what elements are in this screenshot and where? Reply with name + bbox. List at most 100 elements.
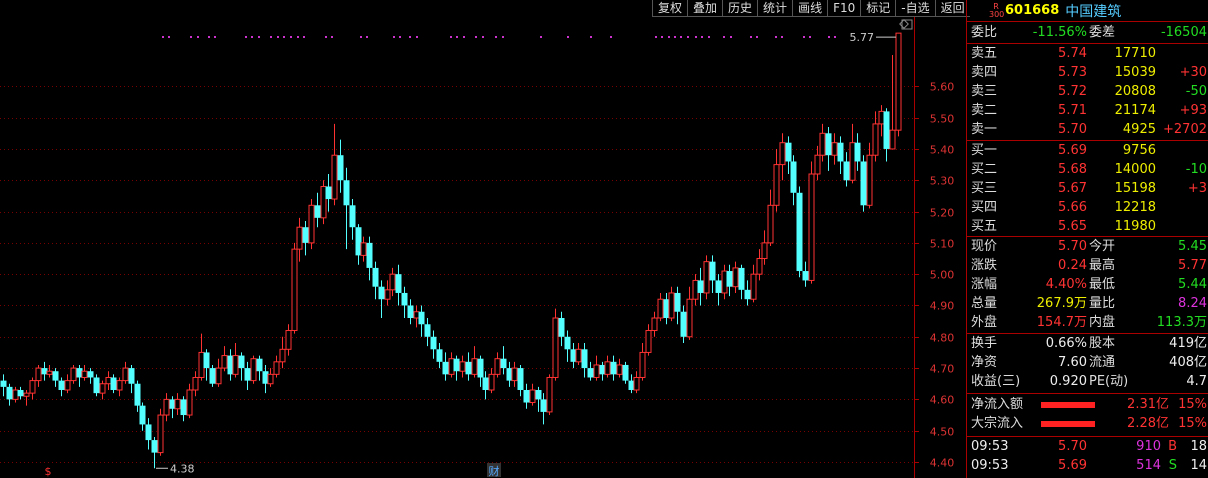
weibi-label: 委比 <box>971 25 998 40</box>
candle-body <box>64 380 71 391</box>
candle-body <box>81 370 88 378</box>
fundamental-label: 流通 <box>1089 355 1116 370</box>
fundamental-value: 419亿 <box>1169 336 1207 351</box>
flow-bar <box>1041 421 1095 427</box>
stat-row: 外盘 154.7万 内盘 113.3万 <box>967 313 1208 332</box>
top-marker-dot <box>655 36 657 38</box>
candle-body <box>750 273 757 300</box>
candle-body <box>849 142 856 181</box>
candle-body <box>122 367 129 382</box>
candle-body <box>796 192 803 272</box>
y-tick-label: 5.40 <box>930 144 955 157</box>
fundamental-row: 换手 0.66% 股本 419亿 <box>967 334 1208 353</box>
ask-price: 5.71 <box>1058 103 1087 118</box>
stat-value: 5.70 <box>1058 239 1087 254</box>
stock-name[interactable]: 中国建筑 <box>1065 1 1121 21</box>
tick-count: 18 <box>1190 439 1207 454</box>
ask-label: 卖五 <box>971 46 998 61</box>
flow-percent: 15% <box>1178 397 1207 412</box>
candle-body <box>895 32 902 131</box>
candle-body <box>331 154 338 200</box>
r-badge-bottom: 300 <box>989 9 1005 19</box>
weicha-value: -16504 <box>1160 25 1207 40</box>
fundamental-label: PE(动) <box>1089 374 1129 389</box>
toolbar-button-5[interactable]: F10 <box>827 0 861 17</box>
top-marker-dot <box>695 36 697 38</box>
candle-body <box>192 376 199 391</box>
candle-body <box>337 155 344 181</box>
toolbar-button-0[interactable]: 复权 <box>652 0 688 17</box>
ask-price: 5.72 <box>1058 84 1087 99</box>
toolbar-button-7[interactable]: -自选 <box>895 0 935 17</box>
candle-body <box>511 367 518 382</box>
candle-body <box>854 142 861 162</box>
separator <box>967 393 1208 394</box>
toolbar-button-4[interactable]: 画线 <box>792 0 828 17</box>
candle-body <box>378 286 385 300</box>
candle-body <box>686 298 693 338</box>
candle-body <box>773 164 780 206</box>
stock-code[interactable]: 601668 <box>1005 3 1059 18</box>
toolbar-button-3[interactable]: 统计 <box>757 0 793 17</box>
candle-body <box>46 370 53 375</box>
candle-body <box>448 358 455 375</box>
kline-svg[interactable]: 5.60 5.50 5.40 5.30 5.20 5.10 5.00 4.90 4.80 4.70… <box>0 0 966 478</box>
bid-label: 买三 <box>971 181 998 196</box>
ask-row: 卖四 5.73 15039 +30 <box>967 63 1208 82</box>
top-marker-dot <box>674 36 676 38</box>
toolbar-button-6[interactable]: 标记 <box>860 0 896 17</box>
ask-change: +93 <box>1179 103 1207 118</box>
tick-volume: 910 <box>1136 439 1161 454</box>
candle-body <box>93 377 100 394</box>
ask-row: 卖五 5.74 17710 <box>967 44 1208 63</box>
tick-price: 5.69 <box>1058 458 1087 473</box>
flow-row: 净流入额 2.31亿 15% <box>967 395 1208 414</box>
top-marker-dot <box>409 36 411 38</box>
candle-body <box>715 280 722 293</box>
candle-body <box>709 261 716 281</box>
y-tick-label: 5.20 <box>930 207 955 220</box>
tick-row: 09:53 5.69 514 S 14 <box>967 456 1208 475</box>
stock-header: R 300 601668 中国建筑 <box>967 0 1208 22</box>
top-marker-dot <box>168 36 170 38</box>
candle-body <box>529 389 536 404</box>
candle-body <box>726 271 733 287</box>
top-marker-dot <box>366 36 368 38</box>
tick-time: 09:53 <box>971 458 1009 473</box>
toolbar-button-1[interactable]: 叠加 <box>687 0 723 17</box>
top-marker-dot <box>208 36 210 38</box>
r-badge: R 300 <box>989 2 1005 19</box>
candle-body <box>314 205 321 218</box>
stat-label: 最低 <box>1089 277 1116 292</box>
candle-body <box>610 361 617 375</box>
candle-body <box>837 142 844 162</box>
candle-body <box>558 318 565 337</box>
candle-body <box>889 129 896 150</box>
top-marker-dot <box>393 36 395 38</box>
top-marker-dot <box>450 36 452 38</box>
candle-body <box>418 311 425 325</box>
candle-body <box>639 351 646 378</box>
candle-body <box>180 399 187 416</box>
toolbar-button-2[interactable]: 历史 <box>722 0 758 17</box>
candle-body <box>203 352 210 369</box>
candle-body <box>360 242 367 256</box>
candle-body <box>186 389 193 416</box>
candle-body <box>174 398 181 410</box>
candle-body <box>616 364 623 375</box>
toolbar-button-8[interactable]: 返回 <box>934 0 970 17</box>
candle-body <box>87 371 94 378</box>
candle-body <box>657 298 664 319</box>
candle-body <box>738 267 745 290</box>
stat-value: 5.44 <box>1178 277 1207 292</box>
stat-label: 现价 <box>971 239 998 254</box>
stat-value: 0.24 <box>1058 258 1087 273</box>
y-tick-label: 5.50 <box>930 113 955 126</box>
candle-body <box>58 380 65 390</box>
candle-body <box>349 205 356 228</box>
y-tick-label: 4.50 <box>930 426 955 439</box>
candle-body <box>70 367 77 382</box>
kline-chart[interactable]: 5.60 5.50 5.40 5.30 5.20 5.10 5.00 4.90 4.80 4.70… <box>0 0 970 478</box>
top-marker-dot <box>482 36 484 38</box>
ask-change: +30 <box>1179 65 1207 80</box>
